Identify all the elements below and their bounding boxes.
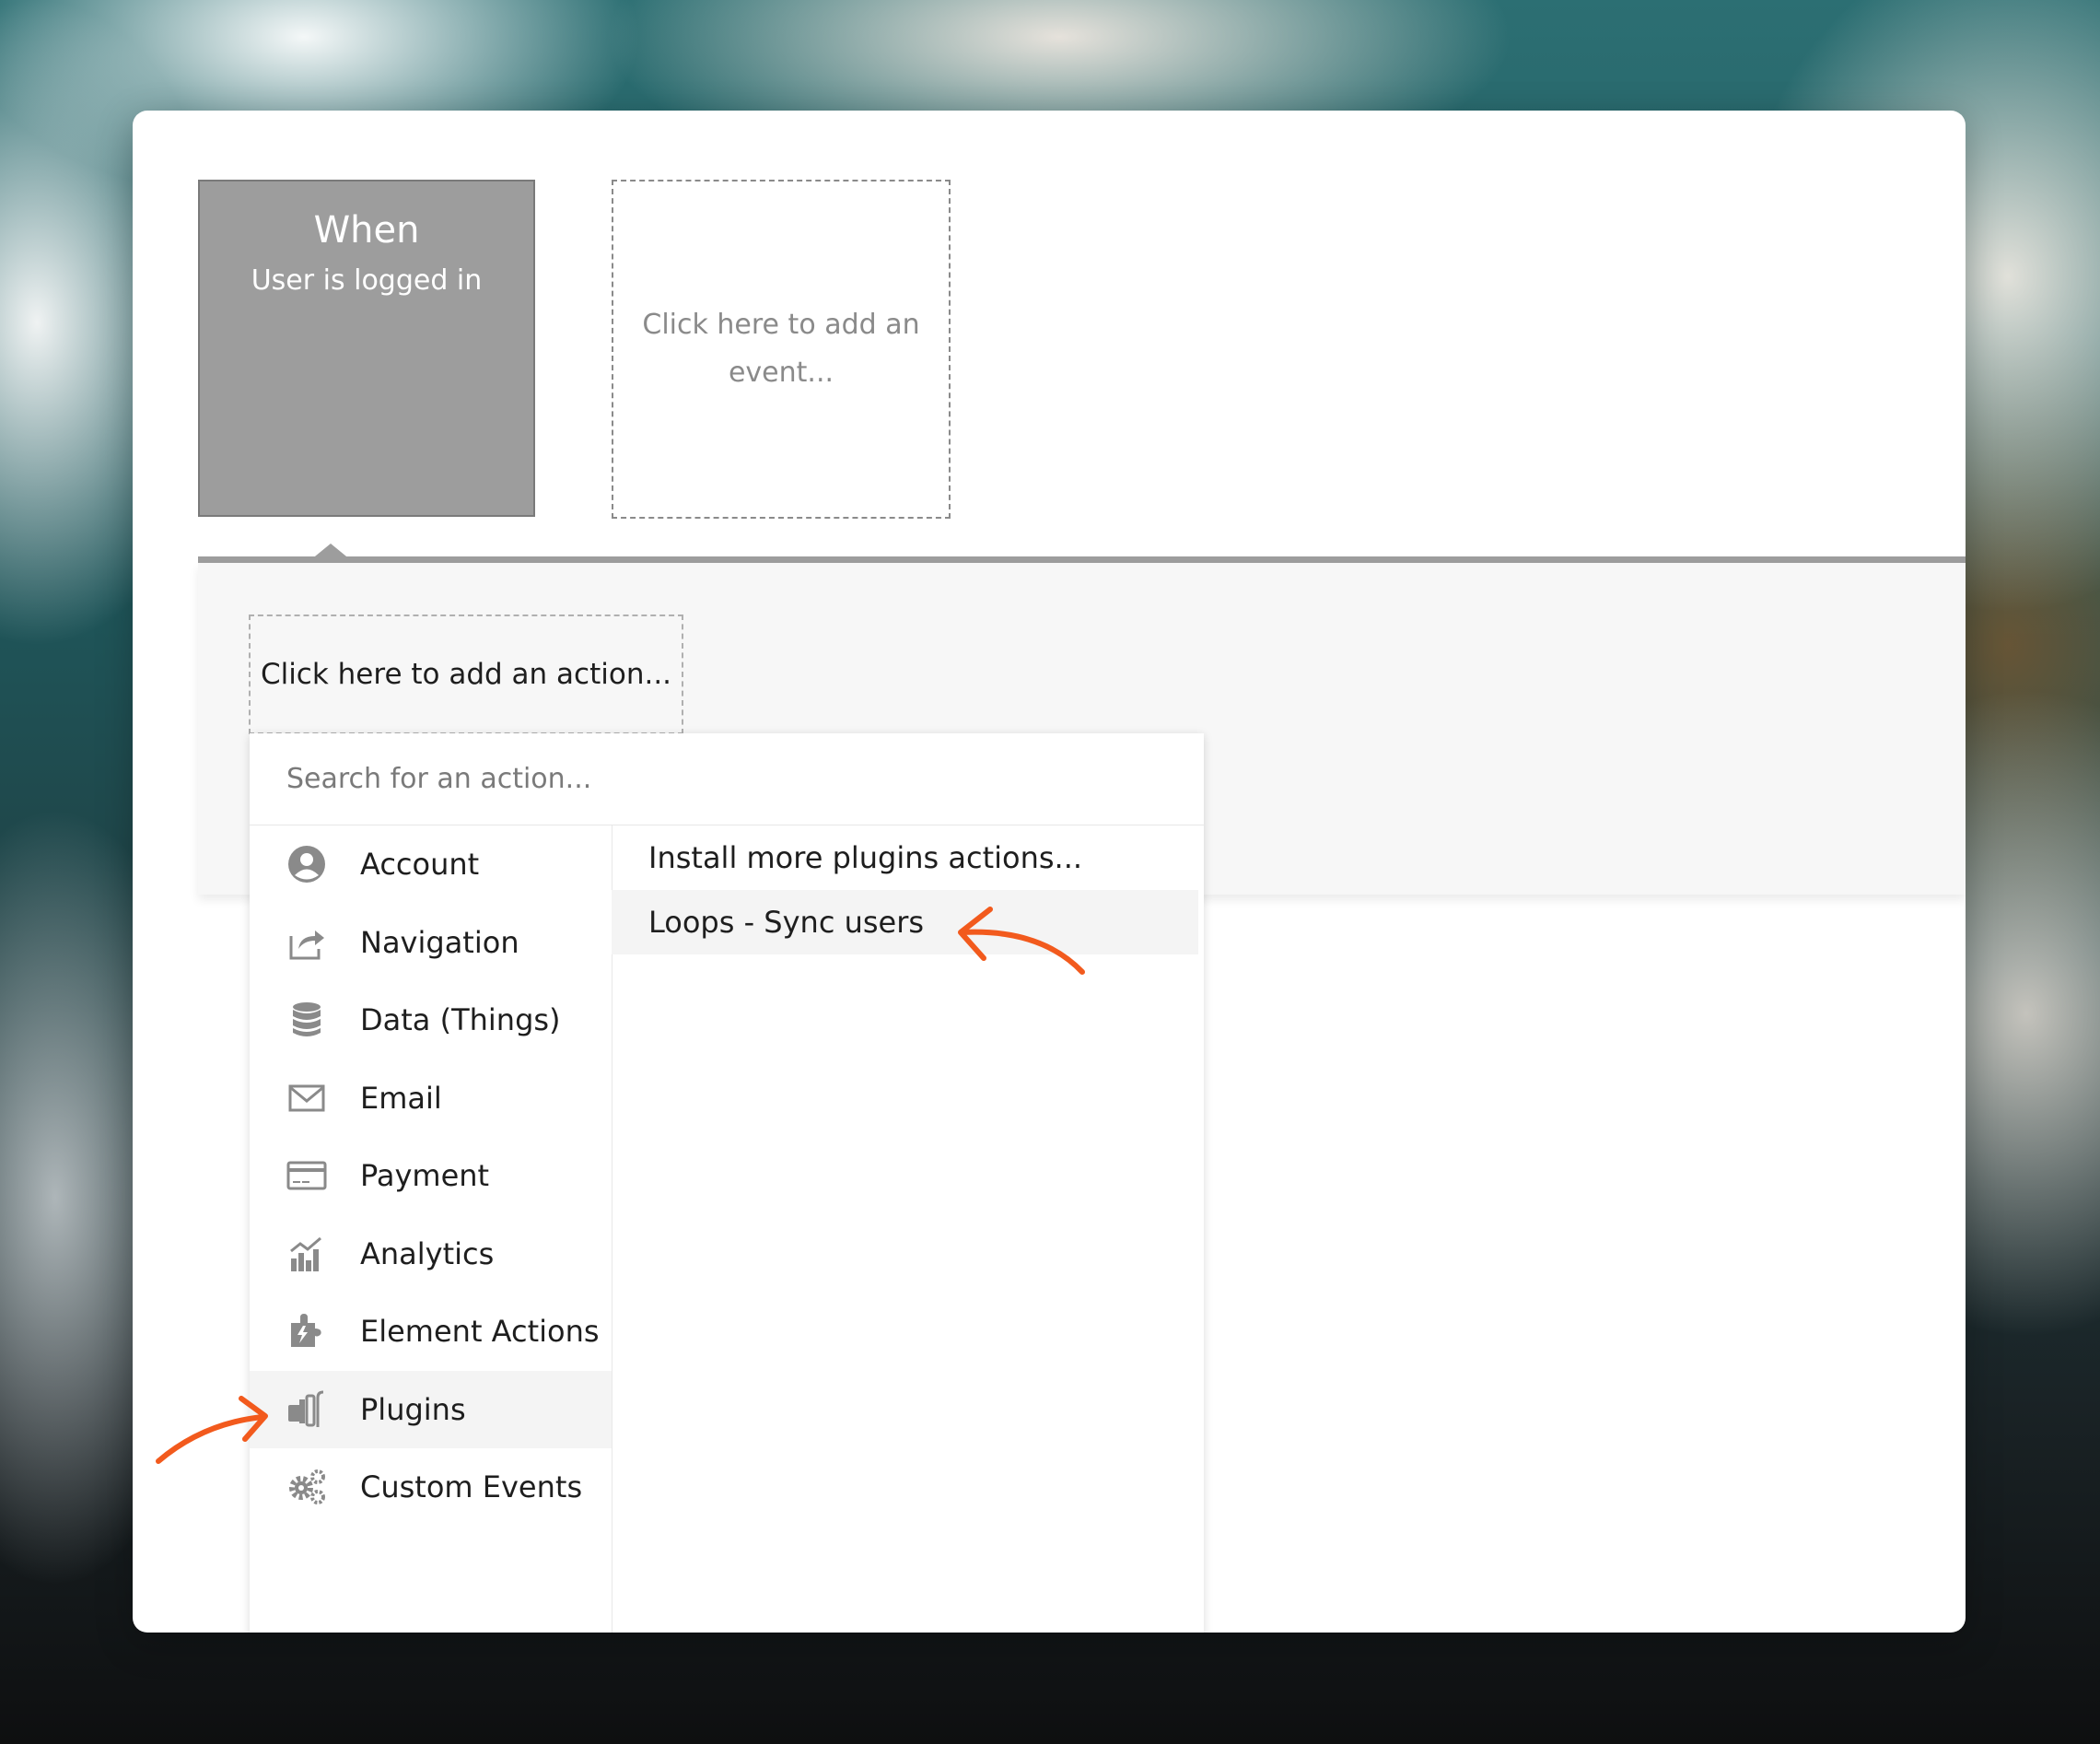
arrow-to-plugins <box>156 1396 268 1464</box>
annotation-layer <box>156 907 1085 1464</box>
arrow-to-loops-sync-users <box>958 907 1085 975</box>
